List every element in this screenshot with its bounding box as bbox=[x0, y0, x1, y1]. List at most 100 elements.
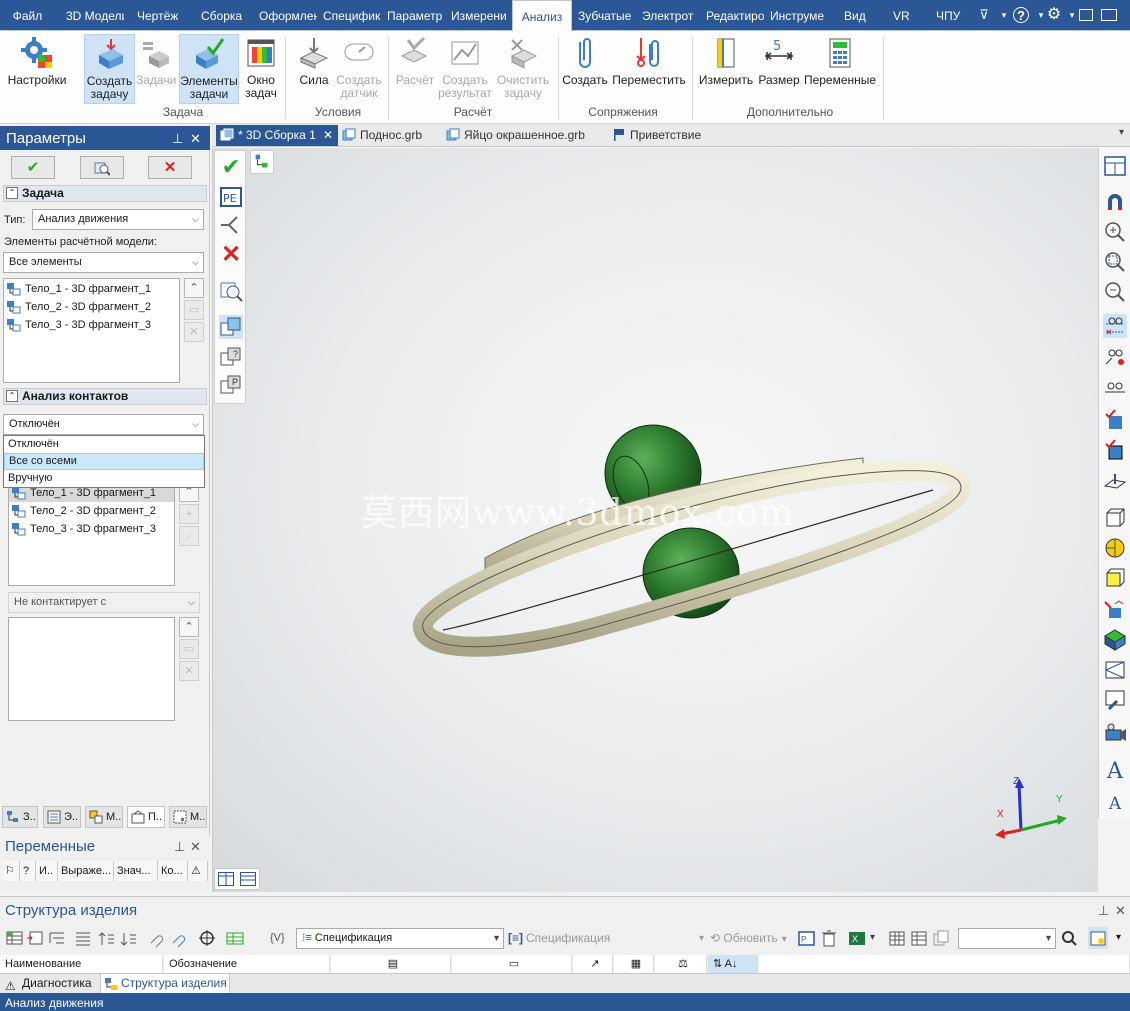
menu-tab-tools[interactable]: Инструме bbox=[770, 0, 828, 31]
tab-parameters[interactable]: П.. bbox=[127, 806, 165, 828]
wrench-icon[interactable] bbox=[1103, 688, 1127, 712]
cube-param-icon[interactable]: P bbox=[219, 373, 243, 397]
list-item[interactable]: Тело_2 - 3D фрагмент_2 bbox=[11, 503, 156, 520]
column-header-format[interactable]: ▤ bbox=[331, 955, 451, 973]
tab-welcome[interactable]: Приветствие bbox=[608, 125, 718, 146]
gear-dropdown-icon[interactable]: ▾ bbox=[1064, 7, 1080, 23]
list-rows-icon[interactable] bbox=[74, 927, 92, 949]
chevron-up-icon[interactable]: ⌃ bbox=[179, 617, 199, 637]
magnifier-icon[interactable] bbox=[219, 279, 243, 303]
menu-tab-design[interactable]: Оформлен bbox=[259, 0, 317, 31]
menu-tab-parameters[interactable]: Параметр bbox=[387, 0, 445, 31]
dropdown-icon[interactable]: ▾ bbox=[996, 7, 1012, 23]
column-header[interactable]: И.. bbox=[36, 861, 58, 881]
tab-3d-assembly[interactable]: * 3D Сборка 1 ✕ bbox=[216, 125, 338, 146]
tabs-overflow-icon[interactable]: ▾ bbox=[1119, 127, 1124, 138]
table-icon[interactable] bbox=[226, 927, 246, 949]
minus-icon[interactable]: ▭ bbox=[184, 300, 204, 320]
copy-icon[interactable] bbox=[932, 927, 950, 949]
create-mate-button[interactable]: Создать bbox=[562, 34, 608, 104]
size-button[interactable]: 5 Размер bbox=[756, 34, 802, 104]
create-result-button[interactable]: Создать результат bbox=[438, 34, 492, 104]
minimize-ribbon-icon[interactable] bbox=[1079, 9, 1093, 21]
dropdown-option[interactable]: Отключён bbox=[4, 436, 204, 453]
orient-view-icon[interactable] bbox=[1103, 314, 1127, 338]
specification-select-disabled[interactable]: [≡] Спецификация ▾ bbox=[508, 928, 706, 949]
column-header-sort[interactable]: ⇅ A↓ bbox=[708, 955, 758, 973]
menu-tab-gears[interactable]: Зубчатые bbox=[578, 0, 636, 31]
column-header[interactable]: Выраже... bbox=[58, 861, 114, 881]
force-button[interactable]: Сила bbox=[294, 34, 334, 104]
close-panel-icon[interactable]: ✕ bbox=[190, 839, 201, 855]
task-elements-button[interactable]: Элементы задачи bbox=[179, 34, 239, 104]
minus-icon[interactable]: - bbox=[179, 526, 199, 546]
layout-icon[interactable] bbox=[1103, 154, 1127, 178]
menu-tab-assembly[interactable]: Сборка bbox=[201, 0, 247, 31]
search-input[interactable]: ▾ bbox=[958, 928, 1056, 949]
split-view-icon[interactable] bbox=[218, 872, 234, 886]
bodies-list[interactable]: Тело_1 - 3D фрагмент_1 Тело_2 - 3D фрагм… bbox=[3, 278, 180, 383]
column-header-mass[interactable]: ⚖ bbox=[655, 955, 707, 973]
close-icon[interactable]: ✕ bbox=[219, 243, 243, 267]
close-panel-icon[interactable]: ✕ bbox=[190, 126, 201, 151]
yellow-cube-icon[interactable] bbox=[1103, 566, 1127, 590]
menu-tab-measure[interactable]: Измерени bbox=[451, 0, 509, 31]
menu-tab-electrical[interactable]: Электрот bbox=[642, 0, 700, 31]
shaded-edges-icon[interactable] bbox=[1103, 438, 1127, 462]
zoom-window-icon[interactable] bbox=[1103, 250, 1127, 274]
add-row-icon[interactable] bbox=[6, 927, 24, 949]
column-header[interactable]: Знач... bbox=[114, 861, 158, 881]
type-select[interactable]: Анализ движения ⌵ bbox=[32, 209, 204, 230]
create-task-button[interactable]: Создать задачу bbox=[84, 34, 135, 104]
menu-tab-specification[interactable]: Специфик bbox=[323, 0, 381, 31]
pin-icon[interactable]: ⊥ bbox=[1098, 903, 1109, 919]
elements-select[interactable]: Все элементы ⌵ bbox=[3, 252, 204, 273]
gear-icon[interactable]: ⚙ bbox=[1046, 7, 1062, 23]
list-item[interactable]: Тело_3 - 3D фрагмент_3 bbox=[11, 521, 156, 538]
variables-braces-icon[interactable]: {V} bbox=[270, 927, 290, 949]
warning-icon[interactable]: ⚠ bbox=[188, 861, 208, 881]
column-header-designation[interactable]: Обозначение bbox=[164, 955, 330, 973]
dropdown-option-highlighted[interactable]: Все со всеми bbox=[4, 453, 204, 470]
settings-button[interactable]: Настройки bbox=[4, 34, 70, 104]
settings-panel-icon[interactable] bbox=[1088, 927, 1108, 949]
no-contact-list[interactable] bbox=[8, 617, 175, 721]
green-cube-icon[interactable] bbox=[1103, 628, 1127, 652]
column-header[interactable]: ? bbox=[20, 861, 36, 881]
cube-select-icon[interactable] bbox=[219, 315, 243, 339]
projection-icon[interactable] bbox=[1103, 658, 1127, 682]
specification-select[interactable]: ⁝≡ Спецификация ▾ bbox=[296, 928, 504, 949]
close-panel-icon[interactable]: ✕ bbox=[1115, 903, 1126, 919]
help-icon[interactable]: ? bbox=[1013, 7, 1029, 23]
collapse-icon[interactable]: ⌃ bbox=[6, 187, 18, 199]
checkmark-icon[interactable]: ✔ bbox=[219, 155, 243, 179]
tab-other[interactable]: М.. bbox=[169, 806, 207, 828]
column-header-name[interactable]: Наименование bbox=[0, 955, 163, 973]
grid-icon[interactable] bbox=[888, 927, 906, 949]
plus-icon[interactable]: + bbox=[179, 504, 199, 524]
cancel-button[interactable]: ✕ bbox=[148, 156, 192, 179]
tab-painted-egg[interactable]: Яйцо окрашенное.grb bbox=[442, 125, 606, 146]
tasks-button[interactable]: Задачи bbox=[136, 34, 176, 104]
report-icon[interactable]: P bbox=[798, 927, 816, 949]
preview-button[interactable] bbox=[80, 156, 124, 179]
update-button[interactable]: ⟲ Обновить ▾ bbox=[710, 928, 800, 949]
remove-icon[interactable]: ✕ bbox=[179, 661, 199, 681]
camera-icon[interactable] bbox=[1103, 722, 1127, 746]
glasses-icon[interactable] bbox=[1103, 374, 1127, 398]
move-mate-button[interactable]: Переместить bbox=[611, 34, 687, 104]
measure-button[interactable]: Измерить bbox=[698, 34, 754, 104]
chevron-up-icon[interactable]: ⌃ bbox=[184, 278, 204, 298]
tab-elements[interactable]: Э.. bbox=[43, 806, 81, 828]
menu-tab-cnc[interactable]: ЧПУ bbox=[936, 0, 964, 31]
pin-icon[interactable]: ⊥ bbox=[172, 126, 183, 151]
section-icon[interactable] bbox=[1103, 598, 1127, 622]
text-size-up-icon[interactable]: A bbox=[1103, 760, 1127, 784]
zoom-in-icon[interactable] bbox=[1103, 220, 1127, 244]
text-size-down-icon[interactable]: A bbox=[1103, 792, 1127, 816]
tree-filter-icon[interactable] bbox=[250, 150, 274, 174]
single-view-icon[interactable] bbox=[240, 872, 256, 886]
calculation-button[interactable]: Расчёт bbox=[392, 34, 438, 104]
excel-icon[interactable]: X bbox=[848, 927, 866, 949]
trash-icon[interactable] bbox=[820, 927, 838, 949]
